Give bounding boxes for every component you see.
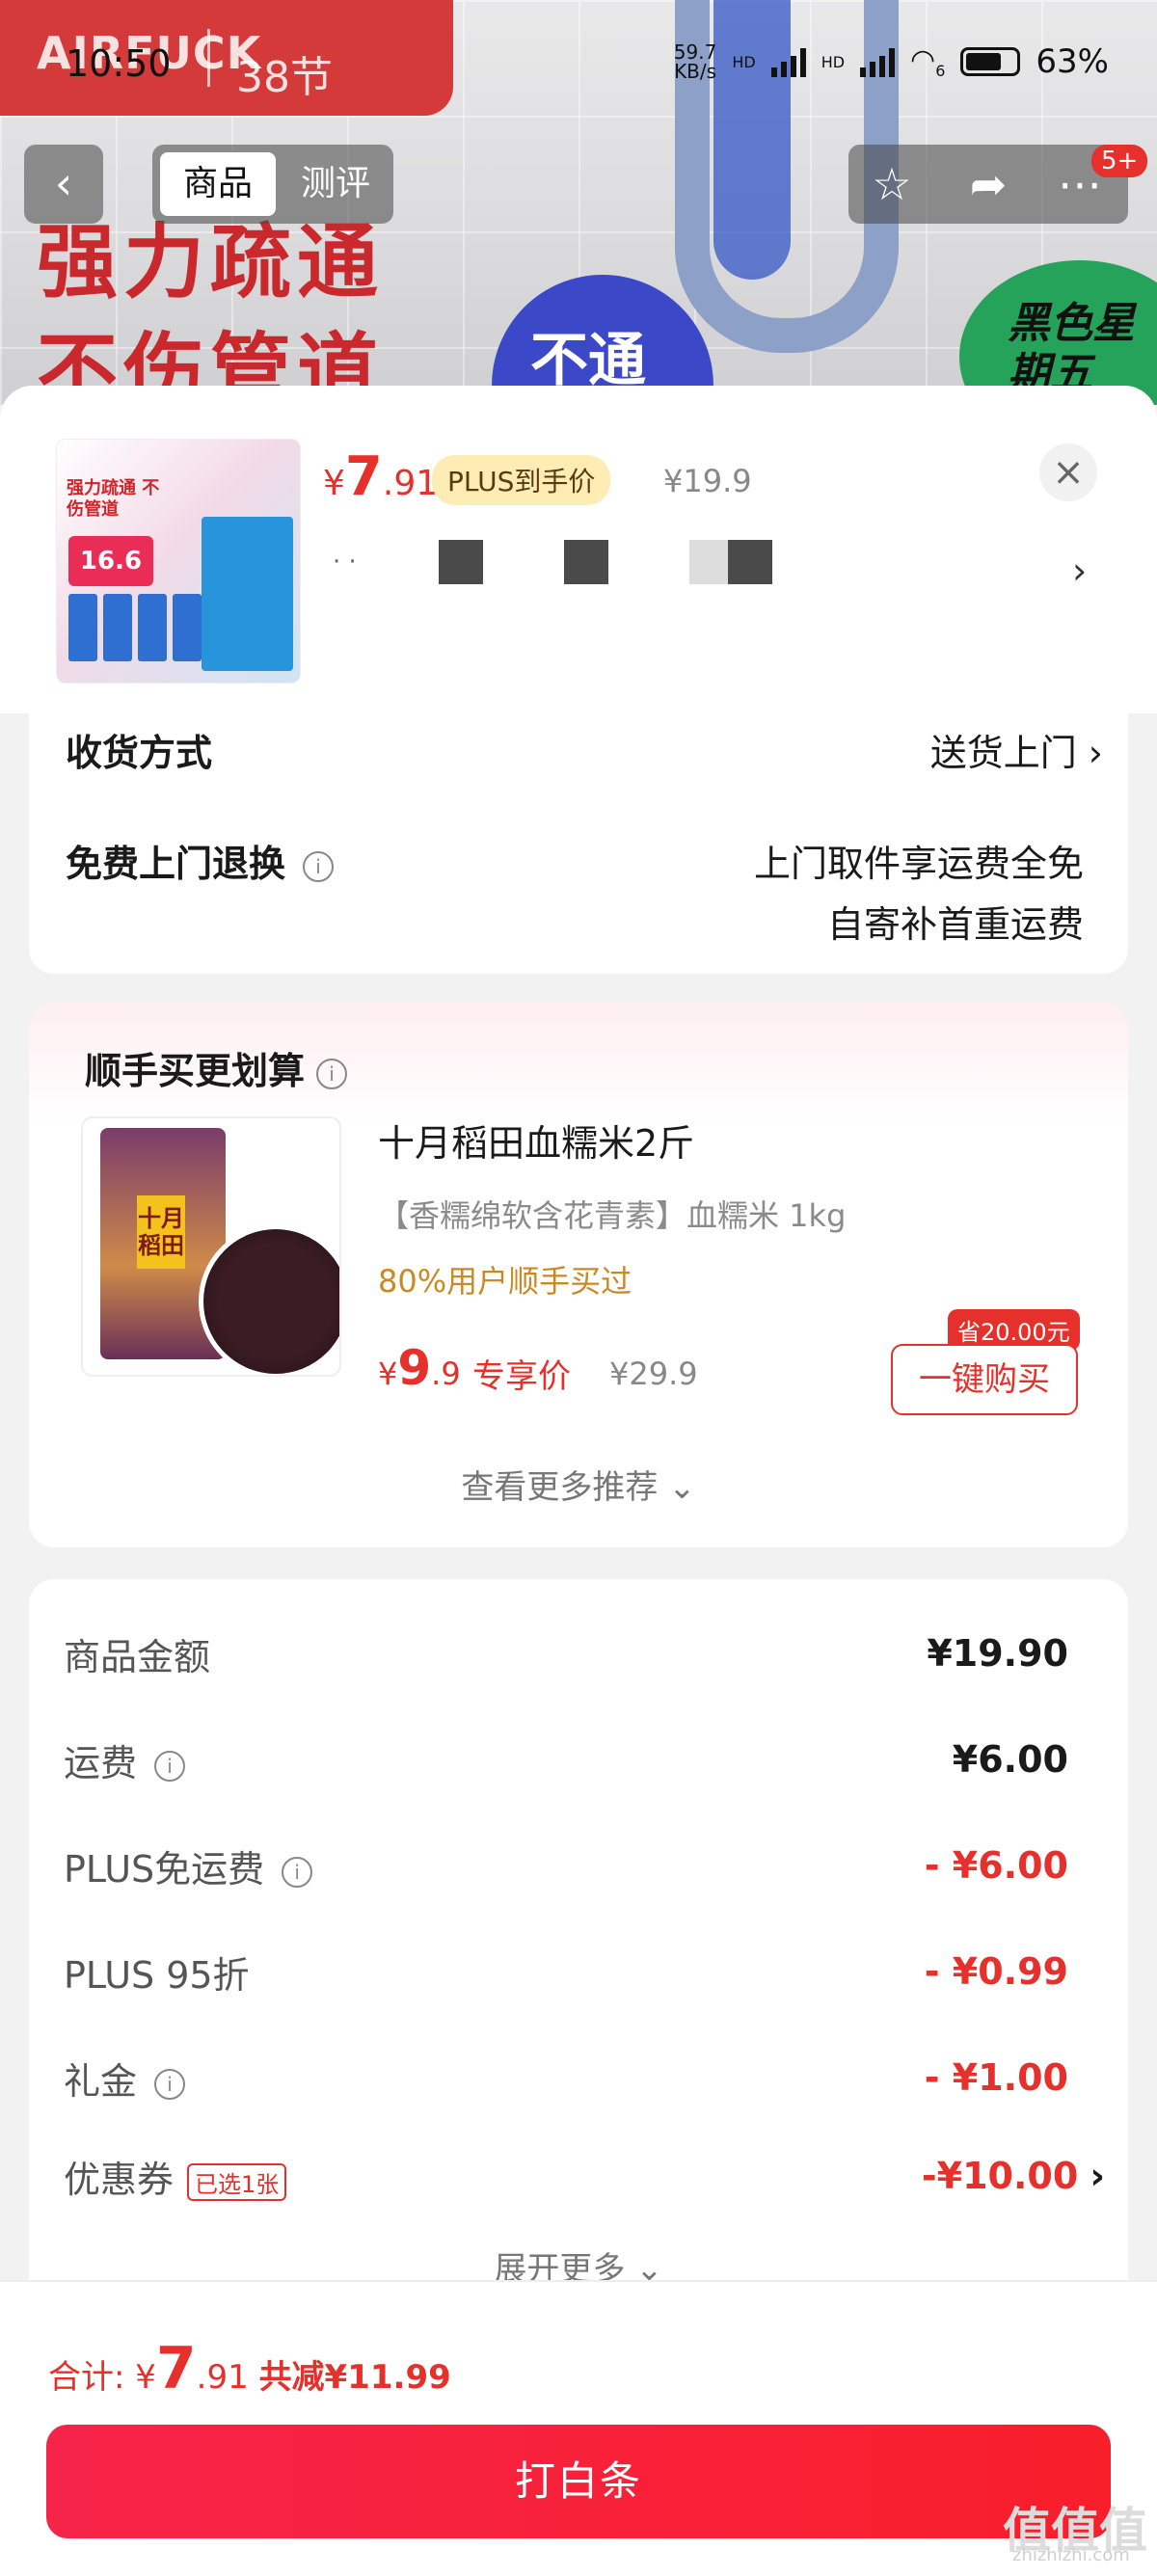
summary-value-goods: ¥19.90: [927, 1632, 1068, 1675]
page-tabs: 商品 测评: [152, 145, 393, 224]
pay-with-baitiao-button[interactable]: 打白条: [46, 2425, 1111, 2538]
spec-swatch[interactable]: [728, 540, 772, 584]
chevron-left-icon: ‹: [54, 157, 73, 209]
hd-label-1: HD: [732, 52, 756, 71]
spec-swatch[interactable]: [689, 540, 728, 584]
coupon-selected-tag: 已选1张: [187, 2163, 287, 2201]
product-thumbnail: 强力疏通 不伤管道 16.6: [56, 439, 301, 684]
product-hero-banner: AIRFUCK 38节 强力疏通 不伤管道 不通 黑色星期五 10:50 59.…: [0, 0, 1157, 405]
info-icon[interactable]: i: [154, 2068, 186, 2100]
back-button[interactable]: ‹: [24, 145, 103, 224]
spec-dots: · ·: [333, 548, 357, 577]
info-icon[interactable]: i: [154, 1750, 186, 1782]
summary-label-coupon: 优惠券 已选1张: [64, 2150, 287, 2203]
summary-label-plus-free-shipping: PLUS免运费 i: [64, 1839, 313, 1892]
spec-selector[interactable]: · ·: [333, 540, 772, 584]
summary-label-goods: 商品金额: [64, 1636, 211, 1678]
plus-price-badge: PLUS到手价: [432, 455, 611, 505]
battery-level: 63%: [1036, 42, 1109, 81]
original-price: ¥19.9: [663, 463, 752, 499]
summary-value-plus-free-shipping: - ¥6.00: [924, 1844, 1068, 1887]
rec-orig-price: ¥29.9: [609, 1355, 698, 1392]
recommendation-title: 顺手买更划算 i: [85, 1041, 348, 1094]
product-price: ¥7.91: [323, 445, 439, 508]
chevron-right-icon[interactable]: ›: [1072, 550, 1087, 592]
info-icon[interactable]: i: [316, 1058, 348, 1089]
favorite-star-icon[interactable]: ☆: [858, 154, 926, 214]
checkout-sheet: 强力疏通 不伤管道 16.6 ¥7.91 PLUS到手价 ¥19.9 × · ·…: [0, 386, 1157, 2574]
summary-value-shipping: ¥6.00: [952, 1738, 1068, 1781]
info-icon[interactable]: i: [303, 850, 335, 882]
tab-goods[interactable]: 商品: [160, 152, 276, 216]
free-return-line1: 上门取件享运费全免: [753, 843, 1084, 885]
info-icon[interactable]: i: [282, 1856, 313, 1888]
rec-item-stat: 80%用户顺手买过: [378, 1263, 632, 1300]
message-count-badge: 5+: [1091, 145, 1148, 177]
status-indicators: 59.7 KB/s HD HD ◠6 63%: [674, 42, 1109, 81]
delivery-method-value[interactable]: 送货上门 ›: [930, 723, 1103, 776]
close-icon[interactable]: ×: [1039, 443, 1097, 501]
recommendation-card: 顺手买更划算 i 十月稻田 十月稻田血糯米2斤 【香糯绵软含花青素】血糯米 1kg…: [29, 1003, 1128, 1547]
wifi-icon: ◠6: [910, 43, 946, 80]
status-bar: 10:50 59.7 KB/s HD HD ◠6 63%: [0, 42, 1157, 91]
chevron-right-icon: ›: [1090, 2155, 1105, 2197]
delivery-card: 收货方式 送货上门 › 免费上门退换 i 上门取件享运费全免 自寄补首重运费: [29, 694, 1128, 974]
one-click-buy-button[interactable]: 一键购买: [891, 1344, 1078, 1415]
summary-label-shipping: 运费 i: [64, 1733, 186, 1786]
rice-product-image[interactable]: 十月稻田: [81, 1116, 341, 1377]
share-icon[interactable]: ➦: [955, 154, 1022, 214]
summary-value-gift-money: - ¥1.00: [924, 2056, 1068, 2099]
summary-value-plus-discount: - ¥0.99: [924, 1950, 1068, 1993]
summary-label-gift-money: 礼金 i: [64, 2052, 186, 2105]
summary-value-coupon[interactable]: -¥10.00 ›: [922, 2155, 1105, 2197]
network-speed: 59.7 KB/s: [673, 40, 717, 83]
more-recommendations-link[interactable]: 查看更多推荐 ⌄: [29, 1461, 1128, 1508]
site-watermark-url: zhizhizhi.com: [1012, 2545, 1130, 2565]
checkout-bar: 合计: ¥7.91 共减¥11.99 打白条: [0, 2280, 1157, 2576]
summary-label-plus-discount: PLUS 95折: [64, 1954, 250, 1997]
spec-swatch[interactable]: [439, 540, 483, 584]
product-summary-header: 强力疏通 不伤管道 16.6 ¥7.91 PLUS到手价 ¥19.9 × · ·…: [0, 386, 1157, 713]
spec-swatch[interactable]: [564, 540, 608, 584]
signal-icon-2: [860, 46, 896, 77]
rec-item-name[interactable]: 十月稻田血糯米2斤: [378, 1114, 694, 1167]
free-return-label: 免费上门退换 i: [66, 834, 335, 887]
rec-price-tag: 专享价: [472, 1357, 571, 1396]
hero-green-badge: 黑色星期五: [959, 260, 1157, 405]
signal-icon: [770, 46, 806, 77]
hd-label-2: HD: [821, 52, 846, 71]
tab-review[interactable]: 测评: [287, 152, 384, 216]
battery-icon: [960, 47, 1021, 76]
chevron-right-icon: ›: [1088, 732, 1103, 774]
rec-item-price: ¥9.9: [378, 1340, 461, 1396]
header-actions: ☆ ➦ ⋯: [848, 145, 1128, 224]
delivery-method-label: 收货方式: [66, 732, 213, 774]
total-amount: 合计: ¥7.91 共减¥11.99: [48, 2335, 451, 2402]
rec-item-desc: 【香糯绵软含花青素】血糯米 1kg: [378, 1197, 847, 1234]
free-return-line2: 自寄补首重运费: [826, 903, 1084, 946]
status-time: 10:50: [66, 42, 172, 85]
